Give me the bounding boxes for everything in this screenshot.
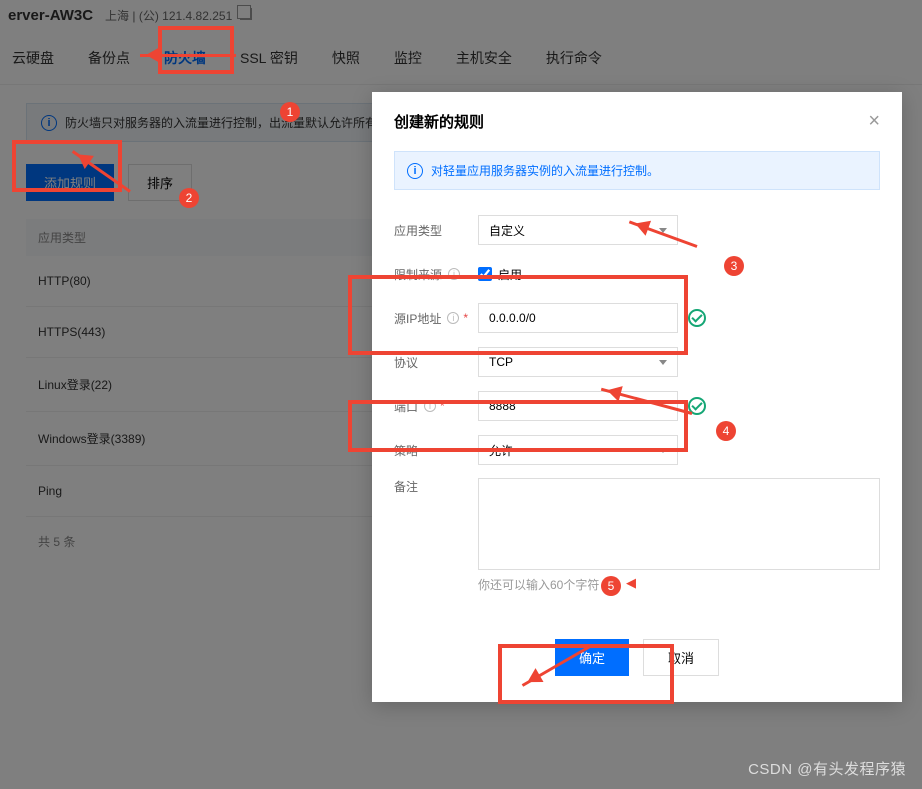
input-port[interactable] — [478, 391, 678, 421]
annotation-arrowhead: ◀ — [626, 575, 636, 591]
help-icon[interactable]: i — [447, 312, 459, 324]
chevron-down-icon — [659, 360, 667, 365]
confirm-button[interactable]: 确定 — [555, 639, 629, 676]
label-port: 端口i* — [394, 398, 478, 415]
info-icon: i — [407, 163, 423, 179]
label-remark: 备注 — [394, 478, 478, 495]
label-protocol: 协议 — [394, 354, 478, 371]
label-limit-source: 限制来源i — [394, 266, 478, 283]
chevron-down-icon — [659, 228, 667, 233]
chevron-down-icon — [659, 448, 667, 453]
modal-title: 创建新的规则 — [394, 111, 484, 132]
select-policy[interactable]: 允许 — [478, 435, 678, 465]
watermark: CSDN @有头发程序猿 — [748, 758, 906, 779]
modal-alert-text: 对轻量应用服务器实例的入流量进行控制。 — [431, 162, 659, 179]
modal-alert: i 对轻量应用服务器实例的入流量进行控制。 — [394, 151, 880, 190]
select-app-type[interactable]: 自定义 — [478, 215, 678, 245]
label-src-ip: 源IP地址i* — [394, 310, 478, 327]
label-policy: 策略 — [394, 442, 478, 459]
create-rule-modal: 创建新的规则 × i 对轻量应用服务器实例的入流量进行控制。 应用类型 自定义 … — [372, 92, 902, 702]
help-icon[interactable]: i — [424, 400, 436, 412]
select-protocol[interactable]: TCP — [478, 347, 678, 377]
remark-hint: 你还可以输入60个字符 — [478, 570, 880, 607]
enable-label: 启用 — [498, 266, 522, 283]
label-app-type: 应用类型 — [394, 222, 478, 239]
check-ok-icon — [688, 309, 706, 327]
checkbox-enable[interactable] — [478, 267, 492, 281]
cancel-button[interactable]: 取消 — [643, 639, 719, 676]
close-icon[interactable]: × — [868, 110, 880, 133]
help-icon[interactable]: i — [448, 268, 460, 280]
textarea-remark[interactable] — [478, 478, 880, 570]
input-src-ip[interactable] — [478, 303, 678, 333]
check-ok-icon — [688, 397, 706, 415]
